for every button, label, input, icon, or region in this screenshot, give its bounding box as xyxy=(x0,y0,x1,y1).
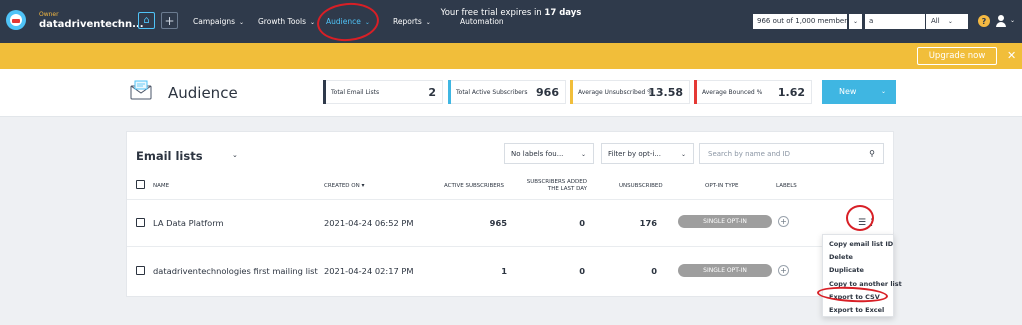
column-header-created-on[interactable]: CREATED ON ▾ xyxy=(324,182,365,190)
select-all-checkbox[interactable] xyxy=(136,180,145,189)
add-label-icon[interactable]: + xyxy=(778,216,789,227)
list-added-last-day: 0 xyxy=(579,266,585,276)
page-title: Audience xyxy=(168,84,238,102)
chevron-down-icon[interactable]: ⌄ xyxy=(1010,17,1015,24)
account-name[interactable]: datadriventechn... xyxy=(39,19,144,30)
list-unsubscribed: 176 xyxy=(639,218,657,228)
chevron-down-icon[interactable]: ⌄ xyxy=(232,151,238,159)
optin-type-badge: SINGLE OPT-IN xyxy=(678,264,772,277)
upgrade-now-button[interactable]: Upgrade now xyxy=(917,47,997,65)
row-checkbox[interactable] xyxy=(136,218,145,227)
menu-item-delete[interactable]: Delete xyxy=(829,253,853,261)
divider xyxy=(127,199,893,200)
add-label-icon[interactable]: + xyxy=(778,265,789,276)
menu-item-export-excel[interactable]: Export to Excel xyxy=(829,306,884,314)
list-created-on: 2021-04-24 02:17 PM xyxy=(324,266,414,276)
list-added-last-day: 0 xyxy=(579,218,585,228)
list-active-subscribers: 965 xyxy=(489,218,507,228)
stat-total-email-lists: Total Email Lists 2 xyxy=(323,80,443,104)
nav-campaigns[interactable]: Campaigns ⌄ xyxy=(193,17,244,26)
column-header-unsubscribed[interactable]: UNSUBSCRIBED xyxy=(619,183,663,190)
column-header-name[interactable]: NAME xyxy=(153,183,169,190)
list-active-subscribers: 1 xyxy=(501,266,507,276)
list-created-on: 2021-04-24 06:52 PM xyxy=(324,218,414,228)
column-header-labels[interactable]: LABELS xyxy=(776,183,797,190)
row-checkbox[interactable] xyxy=(136,266,145,275)
close-icon[interactable]: ✕ xyxy=(1007,49,1016,62)
nav-audience[interactable]: Audience ⌄ xyxy=(326,17,370,26)
column-header-optin-type[interactable]: OPT-IN TYPE xyxy=(705,183,738,190)
menu-item-export-csv[interactable]: Export to CSV xyxy=(829,293,880,301)
card-title: Email lists xyxy=(136,149,203,163)
list-name-link[interactable]: LA Data Platform xyxy=(153,218,224,228)
stat-average-unsubscribed: Average Unsubscribed % 13.58 xyxy=(570,80,690,104)
stat-total-active-subscribers: Total Active Subscribers 966 xyxy=(448,80,566,104)
column-header-subscribers-added[interactable]: SUBSCRIBERS ADDED THE LAST DAY xyxy=(524,179,587,192)
chevron-down-icon[interactable]: ⌄ xyxy=(881,88,886,95)
new-button[interactable]: New ⌄ xyxy=(822,80,896,104)
envelope-icon xyxy=(130,80,152,100)
menu-item-copy-to-list[interactable]: Copy to another list xyxy=(829,280,902,288)
menu-item-duplicate[interactable]: Duplicate xyxy=(829,266,864,274)
trial-banner xyxy=(0,43,1022,69)
stat-average-bounced: Average Bounced % 1.62 xyxy=(694,80,812,104)
label-filter-select[interactable]: No labels fou... ⌄ xyxy=(504,143,594,164)
row-actions[interactable]: ☰⋮ xyxy=(858,218,880,228)
list-unsubscribed: 0 xyxy=(651,266,657,276)
columns-toggle-icon[interactable]: ☰ xyxy=(858,218,866,228)
nav-growth-tools[interactable]: Growth Tools ⌄ xyxy=(258,17,315,26)
column-header-active-subscribers[interactable]: ACTIVE SUBSCRIBERS xyxy=(444,183,504,190)
list-search-input[interactable]: Search by name and ID ⚲ xyxy=(699,143,884,164)
optin-filter-select[interactable]: Filter by opt-i... ⌄ xyxy=(601,143,694,164)
more-vertical-icon[interactable]: ⋮ xyxy=(867,218,876,228)
search-icon[interactable]: ⚲ xyxy=(869,149,875,158)
optin-type-badge: SINGLE OPT-IN xyxy=(678,215,772,228)
chevron-down-icon[interactable]: ⌄ xyxy=(116,17,122,25)
menu-item-copy-id[interactable]: Copy email list ID xyxy=(829,240,893,248)
nav-automation[interactable]: Automation xyxy=(460,17,504,26)
nav-reports[interactable]: Reports ⌄ xyxy=(393,17,431,26)
divider xyxy=(127,246,893,247)
list-name-link[interactable]: datadriventechnologies first mailing lis… xyxy=(153,266,318,276)
trial-banner-text: Your free trial expires in 17 days xyxy=(440,8,582,18)
